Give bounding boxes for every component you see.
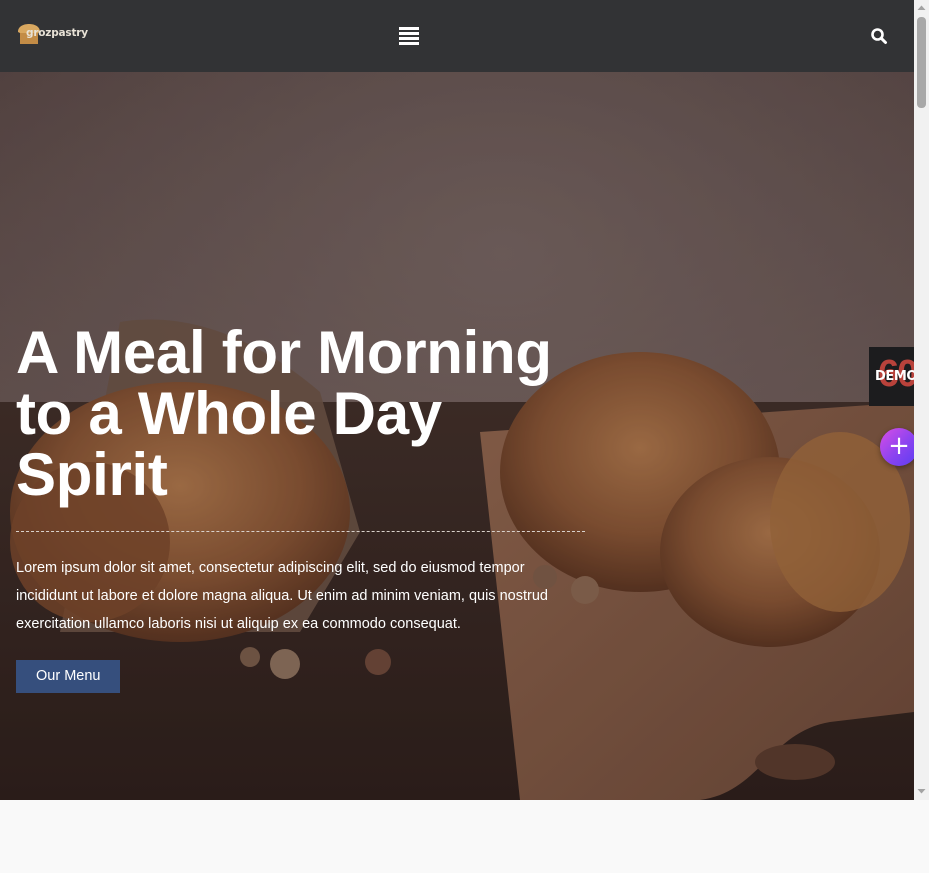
hero-title: A Meal for Morning to a Whole Day Spirit (16, 322, 586, 505)
hero-title-line: A Meal for Morning (16, 319, 552, 386)
plus-icon: + (888, 431, 910, 461)
hero-title-line: Spirit (16, 441, 168, 508)
hero-divider (16, 531, 585, 532)
site-logo[interactable]: grozpastry (16, 22, 88, 46)
scroll-down-arrow-icon[interactable] (914, 783, 929, 799)
hero-description: Lorem ipsum dolor sit amet, consectetur … (16, 560, 548, 632)
vertical-scrollbar[interactable] (914, 0, 929, 800)
scrollbar-thumb[interactable] (917, 17, 926, 108)
hero-title-line: to a Whole Day (16, 380, 442, 447)
next-section (0, 800, 914, 873)
page: grozpastry A Meal for Morning to a Whole… (0, 0, 914, 873)
site-header: grozpastry (0, 0, 914, 72)
hero-content: A Meal for Morning to a Whole Day Spirit… (16, 322, 586, 693)
search-icon[interactable] (869, 26, 889, 46)
our-menu-button[interactable]: Our Menu (16, 660, 121, 693)
scroll-up-arrow-icon[interactable] (914, 0, 929, 16)
hero-section: A Meal for Morning to a Whole Day Spirit… (0, 72, 914, 800)
logo-text: grozpastry (26, 27, 88, 39)
hamburger-menu-icon[interactable] (397, 24, 421, 48)
plus-button[interactable]: + (880, 428, 918, 466)
